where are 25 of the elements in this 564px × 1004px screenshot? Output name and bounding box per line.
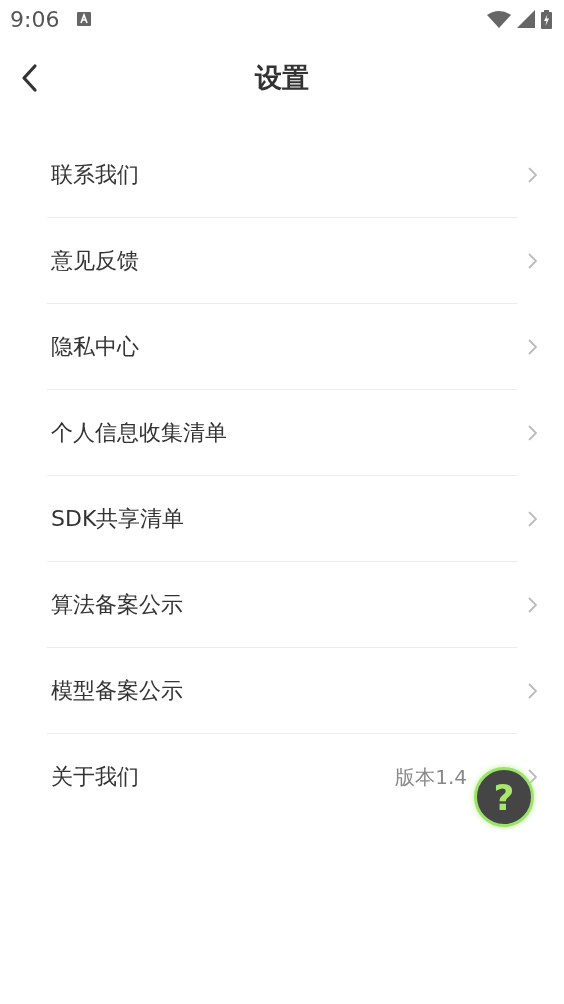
settings-item[interactable]: 个人信息收集清单 [51,417,227,448]
chevron-icon [528,597,537,613]
help-button[interactable]: ? [474,767,534,827]
signal-icon [517,10,535,28]
status-time: 9:06 [10,6,60,32]
version-text: 版本1.4 [395,763,467,791]
settings-item[interactable]: 联系我们 [51,159,139,190]
chevron-icon [528,425,537,441]
battery-icon [541,9,552,29]
chevron-icon [528,769,537,785]
chevron-icon [528,683,537,699]
settings-item[interactable]: 意见反馈 [51,245,139,276]
notification-icon [77,12,92,26]
settings-item[interactable]: 模型备案公示 [51,675,183,706]
wifi-icon [487,10,511,28]
settings-item[interactable]: 算法备案公示 [51,589,183,620]
page-title: 设置 [255,61,309,95]
back-button[interactable] [20,63,38,93]
settings-item[interactable]: 关于我们 [51,762,139,792]
chevron-icon [528,253,537,269]
settings-item[interactable]: SDK共享清单 [51,503,185,534]
chevron-icon [528,167,537,183]
settings-item[interactable]: 隐私中心 [51,331,139,362]
chevron-icon [528,511,537,527]
chevron-icon [528,339,537,355]
